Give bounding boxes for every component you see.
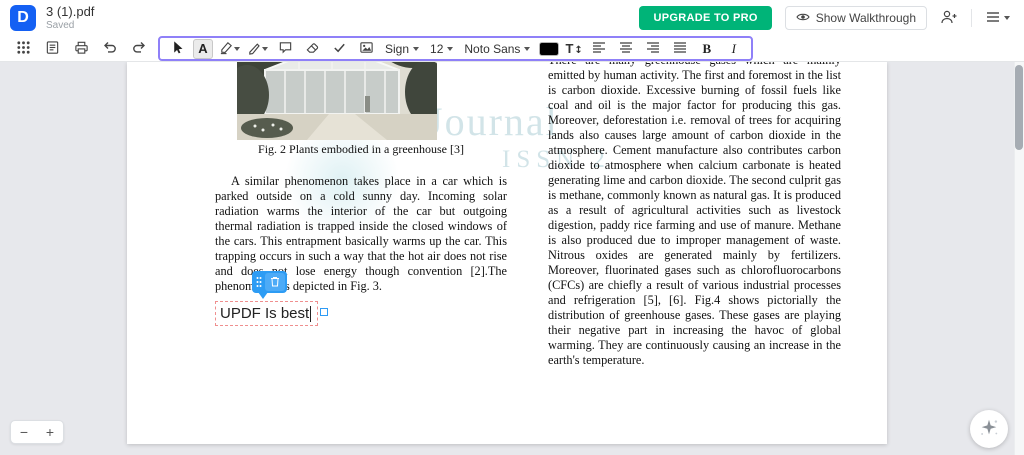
highlighter-tool-button[interactable]: [218, 38, 241, 60]
eye-icon: [796, 11, 810, 25]
textbox-resize-handle[interactable]: [320, 308, 328, 316]
edit-tools-group: A Sign 12 Noto Sans T ↕ B I: [158, 36, 753, 61]
figure-caption[interactable]: Fig. 2 Plants embodied in a greenhouse […: [215, 142, 507, 157]
undo-button[interactable]: [99, 38, 121, 60]
zoom-controls: − +: [10, 420, 64, 444]
checkmark-tool-button[interactable]: [328, 38, 350, 60]
chevron-down-icon: [413, 46, 420, 51]
topbar-divider: [971, 9, 972, 27]
chevron-down-icon: [262, 46, 268, 51]
scrollbar-thumb[interactable]: [1015, 65, 1023, 150]
zoom-in-button[interactable]: +: [37, 421, 63, 443]
pdf-page[interactable]: Journal ISSN 2 Fig. 2 Plants embodied in…: [127, 62, 887, 444]
invite-user-button[interactable]: [940, 6, 958, 30]
font-size-value: 12: [430, 41, 444, 56]
font-size-dropdown[interactable]: 12: [427, 38, 456, 60]
image-icon: [359, 40, 374, 58]
chevron-down-icon: [234, 46, 240, 51]
font-family-value: Noto Sans: [464, 41, 521, 56]
vertical-scrollbar[interactable]: [1014, 62, 1024, 455]
file-info: 3 (1).pdf Saved: [46, 5, 94, 31]
ai-sparkle-icon: [978, 417, 1000, 442]
comment-icon: [278, 40, 293, 58]
highlighter-icon: [219, 40, 234, 58]
sign-label: Sign: [385, 41, 410, 56]
eraser-tool-button[interactable]: [301, 38, 323, 60]
comment-tool-button[interactable]: [274, 38, 296, 60]
align-center-icon: [619, 41, 633, 57]
pen-icon: [247, 40, 262, 58]
align-center-button[interactable]: [615, 38, 637, 60]
chevron-down-icon: [1004, 16, 1010, 20]
trash-icon: [270, 275, 280, 290]
app-logo[interactable]: D: [10, 5, 36, 31]
main-menu-button[interactable]: [985, 6, 1010, 30]
align-left-button[interactable]: [588, 38, 610, 60]
align-right-icon: [646, 41, 660, 57]
align-justify-button[interactable]: [669, 38, 691, 60]
pen-tool-button[interactable]: [246, 38, 269, 60]
italic-button[interactable]: I: [723, 38, 745, 60]
align-left-icon: [592, 41, 606, 57]
watermark-text: Journal: [427, 99, 559, 144]
chevron-down-icon: [524, 46, 531, 51]
text-color-button[interactable]: [538, 38, 560, 60]
save-status: Saved: [46, 19, 75, 31]
checkmark-icon: [332, 40, 347, 58]
text-size-button[interactable]: T ↕: [565, 41, 582, 56]
textbox-drag-handle[interactable]: [252, 271, 287, 293]
redo-icon: [131, 39, 147, 58]
document-canvas: Journal ISSN 2 Fig. 2 Plants embodied in…: [0, 62, 1024, 455]
color-swatch: [539, 41, 560, 56]
show-walkthrough-label: Show Walkthrough: [815, 11, 916, 25]
printer-icon: [74, 40, 89, 58]
upgrade-to-pro-button[interactable]: UPGRADE TO PRO: [639, 6, 772, 30]
grid-icon: [16, 40, 31, 58]
delete-textbox-button[interactable]: [265, 273, 285, 291]
zoom-out-button[interactable]: −: [11, 421, 37, 443]
text-tool-button[interactable]: A: [193, 38, 213, 59]
cursor-icon: [170, 40, 185, 58]
handle-pointer: [258, 292, 268, 299]
eraser-icon: [305, 40, 320, 58]
text-edit-box[interactable]: UPDF Is best: [215, 301, 318, 326]
bold-button[interactable]: B: [696, 38, 718, 60]
text-size-icon-letter: T: [565, 41, 574, 56]
toolbar-left-group: [12, 38, 150, 60]
undo-icon: [102, 39, 118, 58]
top-bar: D 3 (1).pdf Saved UPGRADE TO PRO Show Wa…: [0, 0, 1024, 36]
page-panel-button[interactable]: [41, 38, 63, 60]
print-button[interactable]: [70, 38, 92, 60]
chevron-down-icon: [447, 46, 454, 51]
font-family-dropdown[interactable]: Noto Sans: [461, 38, 533, 60]
greenhouse-figure-image[interactable]: [225, 62, 449, 140]
updown-arrow-icon: ↕: [574, 45, 583, 56]
ai-assistant-button[interactable]: [970, 410, 1008, 448]
grip-dots-icon: [252, 276, 265, 288]
topbar-actions: UPGRADE TO PRO Show Walkthrough: [639, 6, 1010, 30]
show-walkthrough-button[interactable]: Show Walkthrough: [784, 6, 927, 30]
align-justify-icon: [673, 41, 687, 57]
app-logo-letter: D: [17, 9, 29, 26]
select-tool-button[interactable]: [166, 38, 188, 60]
toolbar: A Sign 12 Noto Sans T ↕ B I: [0, 36, 1024, 62]
redo-button[interactable]: [128, 38, 150, 60]
person-add-icon: [940, 9, 958, 28]
text-cursor: [310, 305, 312, 322]
image-tool-button[interactable]: [355, 38, 377, 60]
align-right-button[interactable]: [642, 38, 664, 60]
text-edit-value: UPDF Is best: [220, 305, 310, 322]
file-name: 3 (1).pdf: [46, 3, 95, 19]
hamburger-icon: [985, 10, 1001, 27]
right-column-paragraph[interactable]: There are many greenhouse gases which ar…: [548, 62, 841, 368]
sign-dropdown[interactable]: Sign: [382, 38, 422, 60]
document-list-icon: [45, 40, 60, 58]
thumbnail-grid-button[interactable]: [12, 38, 34, 60]
